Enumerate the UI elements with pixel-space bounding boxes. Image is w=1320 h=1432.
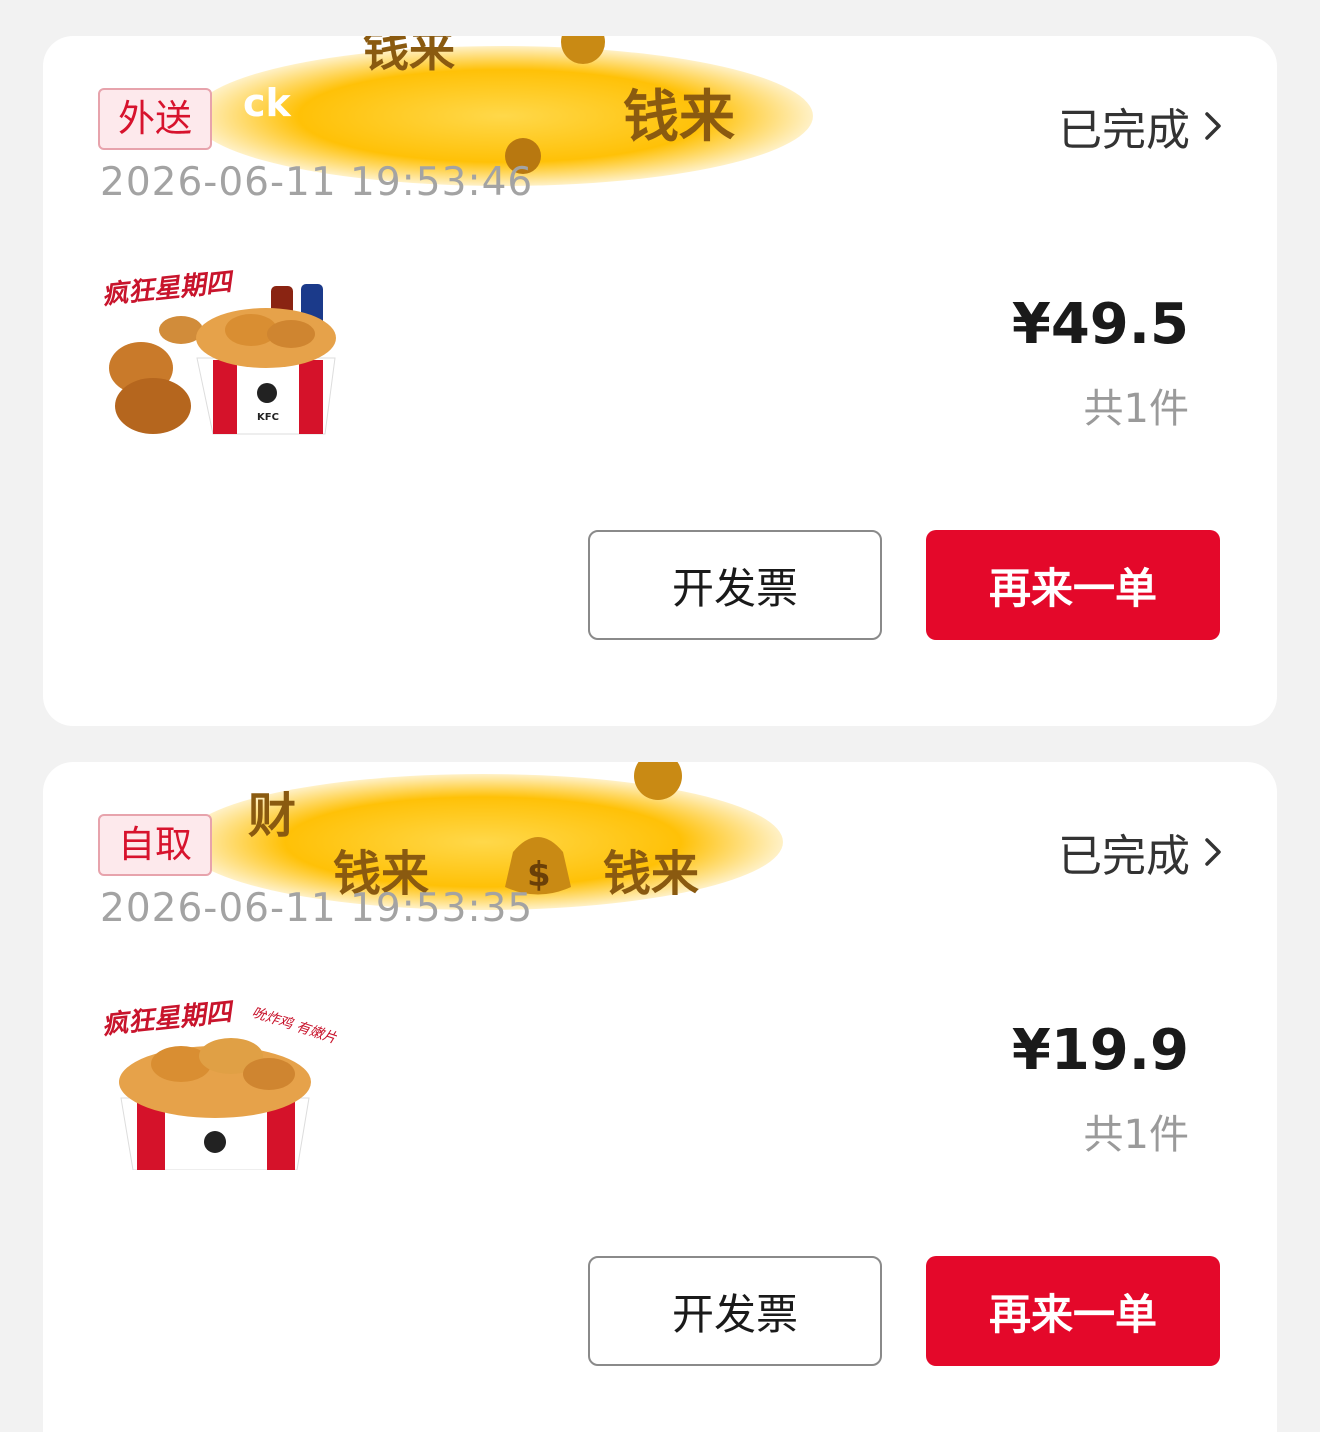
order-status-label: 已完成 <box>1058 831 1190 882</box>
banner-text: 钱来 <box>363 36 455 77</box>
item-count: 共1件 <box>1083 1112 1189 1158</box>
order-status-link[interactable]: 已完成 <box>1058 820 1222 884</box>
reorder-button[interactable]: 再来一单 <box>926 530 1220 640</box>
order-card[interactable]: 财 钱来 钱来 $ 自取 2026-06-11 19:53:35 已完成 疯狂星… <box>43 762 1277 1432</box>
order-type-badge: 外送 <box>98 88 212 150</box>
thumb-caption: 吮炸鸡 有嫩片 <box>250 1005 337 1048</box>
product-thumbnail[interactable]: 疯狂星期四 KFC <box>101 267 337 440</box>
product-thumbnail[interactable]: 疯狂星期四 吮炸鸡 有嫩片 <box>101 994 340 1171</box>
banner-text: ck <box>243 81 292 125</box>
item-count: 共1件 <box>1083 386 1189 432</box>
order-status-link[interactable]: 已完成 <box>1058 94 1222 158</box>
order-type-badge: 自取 <box>98 814 212 876</box>
thumb-caption: 疯狂星期四 <box>101 268 237 311</box>
chevron-right-icon <box>1205 838 1221 866</box>
banner-text: 钱来 <box>603 846 699 902</box>
thumb-caption: 疯狂星期四 <box>101 997 237 1041</box>
reorder-button[interactable]: 再来一单 <box>926 1256 1220 1366</box>
invoice-button[interactable]: 开发票 <box>588 1256 882 1366</box>
order-card[interactable]: 钱来 钱来 ck 外送 2026-06-11 19:53:46 已完成 疯狂星期… <box>43 36 1277 726</box>
svg-text:KFC: KFC <box>257 412 279 423</box>
chevron-right-icon <box>1205 112 1221 140</box>
order-price: ¥49.5 <box>1011 292 1189 357</box>
banner-text: 钱来 <box>623 85 735 150</box>
banner-text: 财 <box>248 788 296 844</box>
order-timestamp: 2026-06-11 19:53:35 <box>100 886 534 931</box>
invoice-button[interactable]: 开发票 <box>588 530 882 640</box>
order-price: ¥19.9 <box>1011 1018 1189 1083</box>
order-timestamp: 2026-06-11 19:53:46 <box>100 160 534 205</box>
order-status-label: 已完成 <box>1058 105 1190 156</box>
